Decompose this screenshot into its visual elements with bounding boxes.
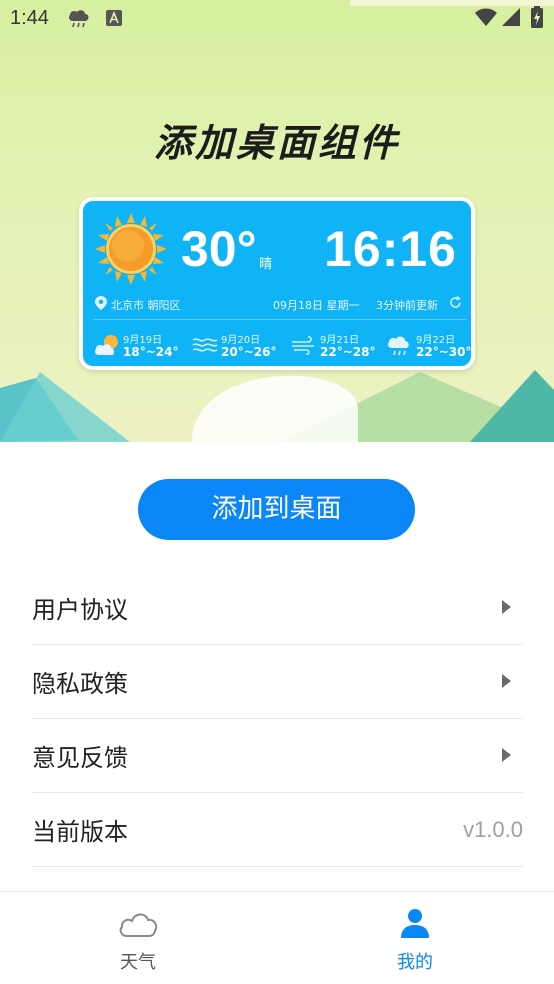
refresh-icon (450, 296, 461, 308)
version-value: v1.0.0 (463, 817, 523, 842)
forecast-date: 9月21日 (320, 335, 360, 346)
user-icon (401, 909, 429, 938)
menu-item-privacy-policy[interactable]: 隐私政策 (32, 645, 523, 719)
forecast-range: 20°~26° (221, 345, 277, 359)
tab-mine[interactable]: 我的 (335, 892, 495, 984)
tab-weather[interactable]: 天气 (58, 892, 218, 984)
add-to-desktop-button[interactable]: 添加到桌面 (138, 479, 415, 540)
forecast-date: 9月22日 (416, 335, 456, 346)
menu-item-label: 当前版本 (32, 818, 128, 846)
widget-condition: 晴 (259, 257, 273, 272)
chevron-right-icon (502, 748, 511, 762)
signal-icon (502, 8, 520, 26)
rain-icon (388, 336, 409, 356)
menu-item-label: 用户协议 (32, 596, 128, 624)
menu-item-feedback[interactable]: 意见反馈 (32, 719, 523, 793)
haze-icon (192, 338, 218, 352)
partly-cloudy-icon (95, 335, 118, 355)
menu-item-label: 意见反馈 (32, 744, 128, 772)
hero-banner: 添加桌面组件 30° 晴 16:16 北京市 朝阳区 09月18日 星期一 3分… (0, 0, 554, 442)
weather-widget-preview: 30° 晴 16:16 北京市 朝阳区 09月18日 星期一 3分钟前更新 9月… (79, 197, 475, 370)
widget-info-row: 北京市 朝阳区 09月18日 星期一 3分钟前更新 (95, 293, 465, 313)
forecast-day: 9月22日 22°~30° (386, 328, 472, 364)
forecast-date: 9月19日 (123, 335, 163, 346)
a-notification-icon (106, 10, 122, 26)
widget-date: 09月18日 星期一 (273, 299, 360, 312)
forecast-day: 9月21日 22°~28° (290, 328, 386, 364)
location-pin-icon (95, 296, 107, 310)
tab-mine-label: 我的 (397, 952, 433, 973)
forecast-range: 22°~30° (416, 345, 472, 359)
menu-item-label: 隐私政策 (32, 670, 128, 698)
forecast-day: 9月20日 20°~26° (191, 328, 287, 364)
widget-temperature: 30° (181, 221, 257, 277)
widget-divider (93, 319, 467, 320)
widget-updated: 3分钟前更新 (376, 299, 438, 312)
status-time: 1:44 (10, 7, 49, 29)
sunny-icon (95, 213, 167, 285)
chevron-right-icon (502, 674, 511, 688)
forecast-range: 18°~24° (123, 345, 179, 359)
menu-item-current-version: 当前版本 v1.0.0 (32, 793, 523, 867)
hero-title: 添加桌面组件 (153, 121, 400, 165)
forecast-range: 22°~28° (320, 345, 376, 359)
wind-icon (292, 336, 314, 355)
status-bar: 1:44 (0, 0, 554, 40)
forecast-day: 9月19日 18°~24° (93, 328, 189, 364)
widget-location: 北京市 朝阳区 (111, 299, 181, 312)
wifi-icon (475, 8, 497, 26)
cloud-rain-icon (69, 10, 89, 28)
widget-clock: 16:16 (324, 221, 457, 277)
battery-charging-icon (531, 6, 543, 28)
bottom-navigation: 天气 我的 (0, 891, 554, 984)
cloud-icon (119, 913, 158, 937)
tab-weather-label: 天气 (120, 952, 156, 973)
menu-item-user-agreement[interactable]: 用户协议 (32, 571, 523, 645)
chevron-right-icon (502, 600, 511, 614)
forecast-date: 9月20日 (221, 335, 261, 346)
